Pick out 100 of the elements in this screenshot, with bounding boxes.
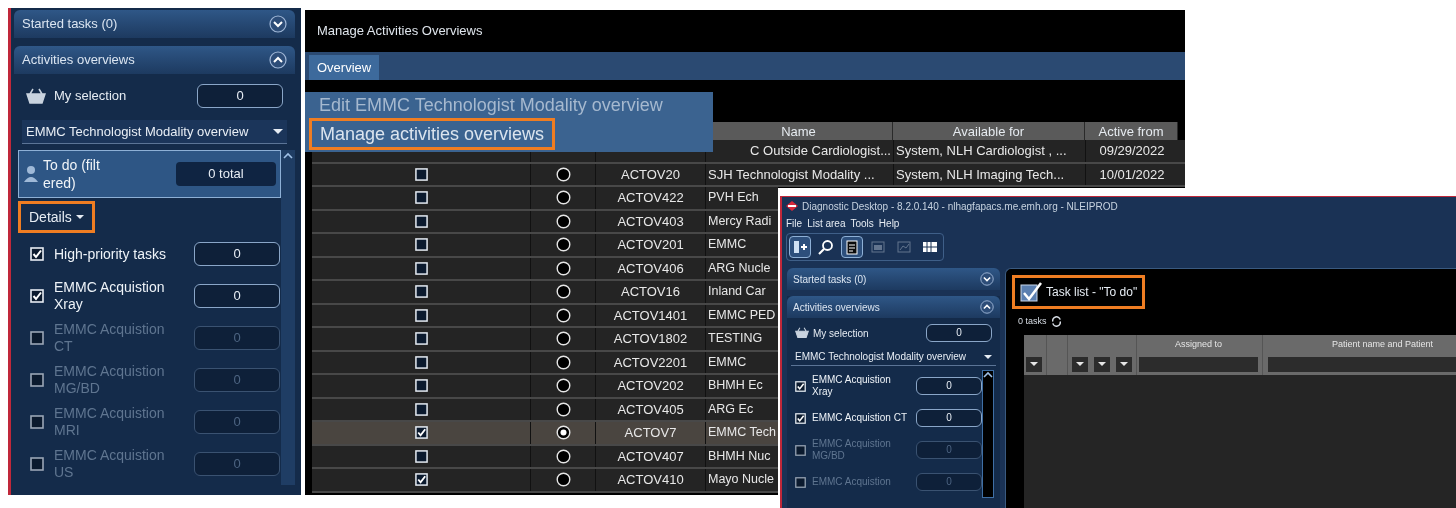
section-title: Activities overviews [793, 300, 880, 315]
section-header[interactable]: Started tasks (0) [787, 268, 1000, 290]
table-cell-text: ACTOV1802 [613, 330, 688, 348]
column-header[interactable]: Assigned to [1175, 337, 1222, 351]
count-field: 0 [194, 368, 280, 392]
radio-button[interactable] [555, 237, 571, 253]
collapse-icon[interactable] [269, 51, 287, 69]
table-row[interactable]: ACTOV16 Inland Car [312, 281, 778, 305]
window-title: Manage Activities Overviews [317, 22, 483, 41]
todo-count: 0 total [176, 162, 276, 186]
caret-icon [984, 354, 992, 359]
expand-icon[interactable] [269, 15, 287, 33]
filter-dropdown[interactable] [1026, 356, 1042, 372]
filter-label: EMMC Acquistion Xray [812, 374, 892, 398]
section-title: Started tasks (0) [22, 15, 118, 34]
radio-button[interactable] [555, 331, 571, 347]
table-row[interactable]: ACTOV403 Mercy Radi [312, 210, 778, 234]
section-header[interactable]: Started tasks (0) [14, 10, 295, 38]
radio-button[interactable] [555, 425, 571, 441]
filter-label: EMMC Acquistion Xray [54, 279, 166, 313]
menu-item[interactable]: Help [878, 215, 900, 231]
radio-button[interactable] [555, 378, 571, 394]
filter-label: EMMC Acquistion MG/BD [54, 363, 166, 397]
table-row[interactable]: ACTOV410 Mayo Nucle [312, 469, 778, 493]
column-header[interactable]: Available for [893, 122, 1085, 140]
details-dropdown[interactable]: Details [18, 201, 95, 233]
caret-icon [273, 129, 283, 134]
column-header[interactable]: Patient name and Patient [1331, 337, 1434, 351]
app-icon [786, 201, 798, 211]
tab[interactable]: Overview [309, 55, 380, 80]
clipboard-icon[interactable] [841, 236, 863, 258]
scrollbar[interactable] [982, 370, 994, 498]
table-cell-text: ACTOV7 [624, 424, 677, 442]
table-row[interactable]: ACTOV405 ARG Ec [312, 398, 778, 422]
table-cell-text: ACTOV422 [617, 189, 684, 207]
table-row[interactable]: ACTOV407 BHMH Nuc [312, 445, 778, 469]
table-row[interactable]: ACTOV2201 EMMC [312, 351, 778, 375]
table-cell-text: ACTOV20 [621, 165, 680, 184]
section-header[interactable]: Activities overviews [14, 46, 295, 74]
table-cell-text: Mayo Nucle [708, 471, 774, 489]
radio-button[interactable] [555, 166, 571, 182]
table-cell-text: ACTOV403 [617, 212, 684, 231]
overview-dropdown[interactable]: EMMC Technologist Modality overview [22, 120, 287, 144]
table-row[interactable]: ACTOV20 SJH Technologist Modality ... System, NLH Imaging Tech... 10/01/2022 [312, 163, 1185, 187]
table-cell-text: Mercy Radi [708, 212, 772, 230]
radio-button[interactable] [555, 190, 571, 206]
filter-label: EMMC Acquistion MG/BD [812, 438, 892, 462]
checkmark-icon [1020, 281, 1042, 303]
table-cell-text: ARG Nucle [708, 259, 771, 277]
table-row[interactable]: ACTOV406 ARG Nucle [312, 257, 778, 281]
filter-label: EMMC Acquistion MRI [54, 405, 166, 439]
table-cell-text: ACTOV406 [617, 259, 684, 278]
popup-subtitle[interactable]: Manage activities overviews [309, 118, 556, 150]
table-cell-text: TESTING [708, 330, 763, 348]
scroll-up-icon[interactable] [983, 371, 993, 379]
table-row[interactable]: ACTOV422 PVH Ech [312, 187, 778, 211]
section-title: Activities overviews [22, 51, 135, 70]
column-filter-field[interactable] [1139, 356, 1258, 372]
radio-button[interactable] [555, 284, 571, 300]
radio-button[interactable] [555, 354, 571, 370]
table-cell-text: ACTOV202 [617, 377, 684, 395]
section-title: Started tasks (0) [793, 272, 867, 287]
table-row[interactable]: ACTOV202 BHMH Ec [312, 375, 778, 399]
radio-button[interactable] [555, 401, 571, 417]
expand-icon[interactable] [980, 272, 994, 286]
popup-title: Edit EMMC Technologist Modality overview [318, 94, 664, 117]
table-row[interactable]: ACTOV201 EMMC [312, 234, 778, 258]
filter-dropdown[interactable] [1116, 356, 1132, 372]
table-cell-text: System, NLH Cardiologist , ... [896, 142, 1067, 160]
filter-dropdown[interactable] [1094, 356, 1110, 372]
table-cell-text: System, NLH Imaging Tech... [896, 165, 1065, 184]
my-selection-label: My selection [813, 326, 870, 341]
radio-button[interactable] [555, 213, 571, 229]
table-row[interactable]: ACTOV1802 TESTING [312, 328, 778, 352]
collapse-icon[interactable] [980, 300, 994, 314]
scroll-up-icon[interactable] [283, 152, 293, 160]
column-header[interactable]: Active from [1085, 122, 1178, 140]
column-header[interactable] [1046, 334, 1068, 375]
refresh-icon[interactable] [1050, 316, 1062, 328]
radio-button[interactable] [555, 448, 571, 464]
todo-item[interactable]: To do (filtered) 0 total [18, 150, 281, 198]
radio-button[interactable] [555, 472, 571, 488]
table-cell-text: 10/01/2022 [1099, 165, 1165, 184]
table-cell-text: ACTOV16 [621, 283, 680, 301]
add-panel-icon[interactable] [789, 236, 811, 258]
radio-button[interactable] [555, 307, 571, 323]
basket-icon [26, 88, 46, 104]
radio-button[interactable] [555, 260, 571, 276]
menu-item[interactable]: Tools [850, 215, 874, 231]
menu-item[interactable]: File [786, 215, 803, 231]
menu-item[interactable]: List area [807, 215, 846, 231]
scrollbar[interactable] [281, 150, 295, 485]
table-row[interactable]: ACTOV7 EMMC Tech [312, 422, 778, 446]
table-cell-text: PVH Ech [708, 189, 759, 207]
count-field: 0 [916, 377, 982, 395]
column-filter-field[interactable] [1267, 356, 1456, 372]
overview-dropdown[interactable]: EMMC Technologist Modality overview [791, 348, 996, 366]
table-row[interactable]: ACTOV1401 EMMC PED [312, 304, 778, 328]
section-header[interactable]: Activities overviews [787, 296, 1000, 318]
filter-dropdown[interactable] [1072, 356, 1088, 372]
